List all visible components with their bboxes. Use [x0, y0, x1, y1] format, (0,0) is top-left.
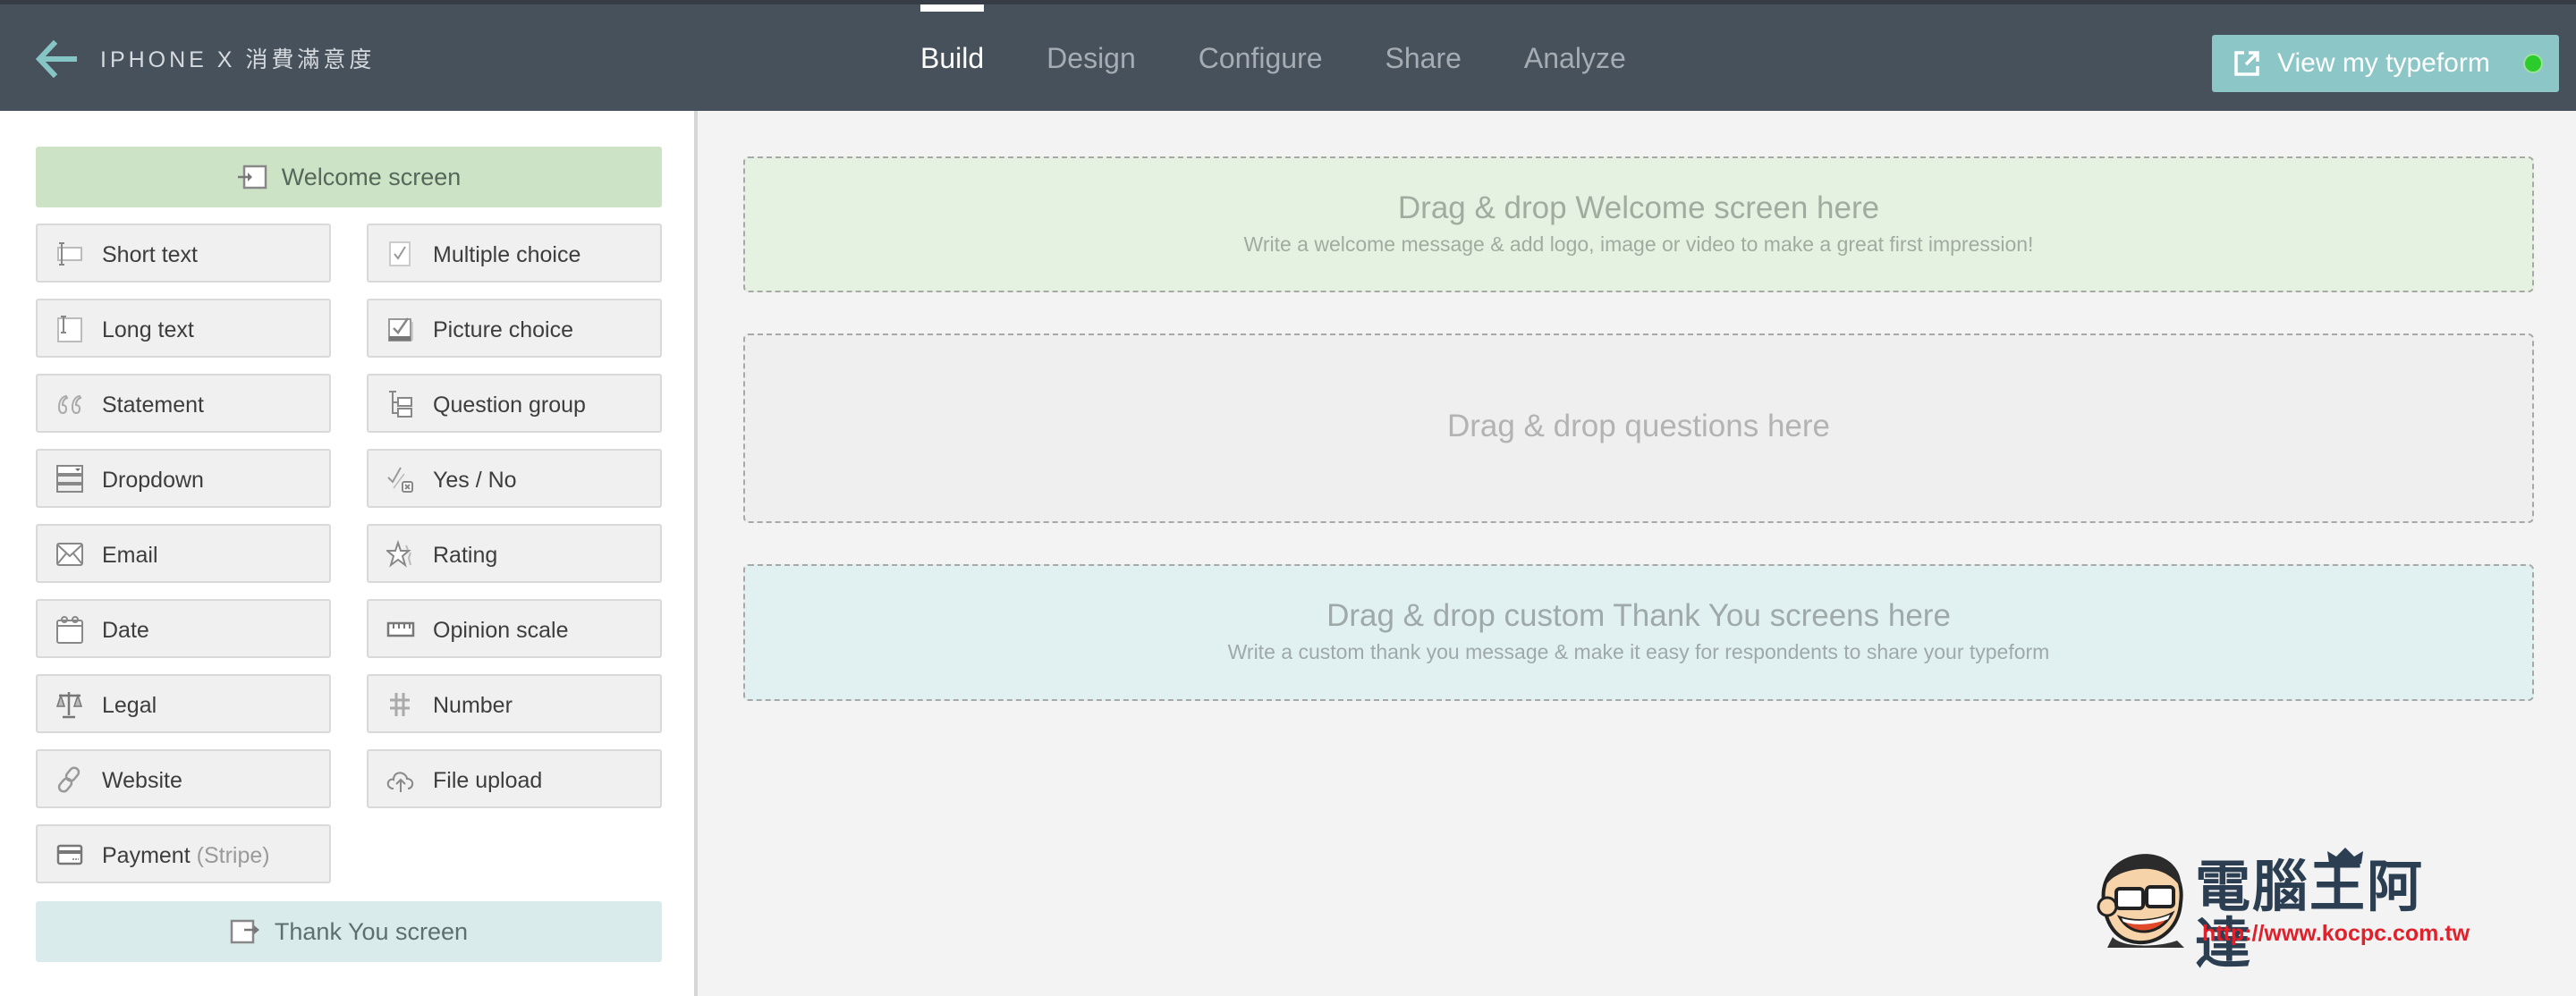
main-nav: Build Design Configure Share Analyze: [920, 4, 1689, 111]
exit-screen-icon: [230, 919, 259, 944]
envelope-icon: [56, 543, 83, 566]
watermark-title: 電腦王阿達: [2195, 854, 2425, 976]
qtype-label: Statement: [102, 392, 204, 418]
qtype-date[interactable]: Date: [36, 599, 331, 658]
thanks-zone-subtitle: Write a custom thank you message & make …: [1227, 640, 2050, 663]
question-group-icon: [389, 391, 412, 418]
qtype-label: Picture choice: [433, 317, 574, 342]
calendar-icon: [56, 616, 83, 644]
qtype-label: Rating: [433, 543, 498, 568]
dropdown-icon: [56, 465, 83, 493]
payment-sublabel: (Stripe): [196, 843, 270, 868]
qtype-yes-no[interactable]: Yes / No: [367, 449, 662, 508]
questions-drop-zone[interactable]: Drag & drop questions here: [743, 333, 2534, 523]
welcome-screen-button[interactable]: Welcome screen: [36, 147, 662, 207]
live-status-dot: [2525, 55, 2541, 72]
credit-card-icon: [56, 844, 83, 865]
welcome-zone-title: Drag & drop Welcome screen here: [1397, 190, 1880, 225]
qtype-website[interactable]: Website: [36, 749, 331, 808]
view-typeform-button[interactable]: View my typeform: [2212, 35, 2559, 92]
qtype-label: Opinion scale: [433, 618, 569, 643]
qtype-opinion-scale[interactable]: Opinion scale: [367, 599, 662, 658]
qtype-label: Long text: [102, 317, 194, 342]
back-button[interactable]: [34, 39, 80, 79]
welcome-zone-subtitle: Write a welcome message & add logo, imag…: [1243, 232, 2034, 256]
qtype-multiple-choice[interactable]: Multiple choice: [367, 224, 662, 283]
view-typeform-label: View my typeform: [2277, 48, 2490, 78]
tab-analyze[interactable]: Analyze: [1524, 4, 1626, 111]
balance-scale-icon: [55, 692, 83, 719]
thank-you-drop-zone[interactable]: Drag & drop custom Thank You screens her…: [743, 564, 2534, 701]
quote-icon: [57, 394, 82, 415]
qtype-rating[interactable]: Rating: [367, 524, 662, 583]
qtype-label: Number: [433, 693, 513, 718]
tab-build[interactable]: Build: [920, 4, 985, 111]
qtype-payment[interactable]: Payment (Stripe): [36, 824, 331, 883]
qtype-short-text[interactable]: Short text: [36, 224, 331, 283]
qtype-picture-choice[interactable]: Picture choice: [367, 299, 662, 358]
qtype-dropdown[interactable]: Dropdown: [36, 449, 331, 508]
qtype-label: Short text: [102, 242, 198, 267]
watermark-url: http://www.kocpc.com.tw: [2202, 921, 2470, 946]
thanks-zone-title: Drag & drop custom Thank You screens her…: [1326, 598, 1951, 633]
cloud-upload-icon: [386, 772, 414, 792]
long-text-icon: [57, 316, 82, 342]
star-icon: [386, 540, 411, 568]
question-types-sidebar: Welcome screen Short text Multiple choic…: [0, 111, 698, 996]
scale-ruler-icon: [386, 621, 415, 637]
yes-no-icon: [387, 467, 413, 493]
qtype-label: Multiple choice: [433, 242, 581, 267]
questions-zone-title: Drag & drop questions here: [1446, 409, 1831, 443]
link-icon: [57, 766, 80, 793]
thank-you-screen-label: Thank You screen: [274, 917, 469, 945]
enter-screen-icon: [237, 165, 267, 190]
form-title[interactable]: IPHONE X 消費滿意度: [100, 46, 375, 74]
qtype-file-upload[interactable]: File upload: [367, 749, 662, 808]
thank-you-screen-button[interactable]: Thank You screen: [36, 901, 662, 962]
tab-share[interactable]: Share: [1385, 4, 1462, 111]
qtype-statement[interactable]: Statement: [36, 374, 331, 433]
multiple-choice-icon: [389, 241, 411, 266]
tab-configure[interactable]: Configure: [1199, 4, 1323, 111]
welcome-drop-zone[interactable]: Drag & drop Welcome screen here Write a …: [743, 156, 2534, 292]
welcome-screen-label: Welcome screen: [281, 163, 462, 190]
short-text-icon: [57, 242, 82, 266]
qtype-label: Question group: [433, 392, 586, 418]
qtype-long-text[interactable]: Long text: [36, 299, 331, 358]
qtype-label: Website: [102, 768, 182, 793]
hash-icon: [390, 693, 410, 716]
qtype-label: Dropdown: [102, 468, 204, 493]
qtype-legal[interactable]: Legal: [36, 674, 331, 733]
qtype-label: File upload: [433, 768, 543, 793]
picture-choice-icon: [388, 317, 413, 342]
qtype-label: Legal: [102, 693, 157, 718]
mascot-face-icon: [2097, 854, 2184, 948]
site-watermark: 電腦王阿達 http://www.kocpc.com.tw: [2095, 840, 2479, 973]
top-header: IPHONE X 消費滿意度 Build Design Configure Sh…: [0, 4, 2576, 111]
qtype-label: Email: [102, 543, 158, 568]
qtype-label: Payment (Stripe): [102, 843, 270, 868]
payment-label: Payment: [102, 843, 191, 868]
qtype-question-group[interactable]: Question group: [367, 374, 662, 433]
qtype-label: Yes / No: [433, 468, 517, 493]
qtype-number[interactable]: Number: [367, 674, 662, 733]
tab-design[interactable]: Design: [1046, 4, 1136, 111]
qtype-email[interactable]: Email: [36, 524, 331, 583]
qtype-label: Date: [102, 618, 149, 643]
external-link-icon: [2234, 51, 2259, 76]
arrow-left-icon: [35, 39, 77, 79]
